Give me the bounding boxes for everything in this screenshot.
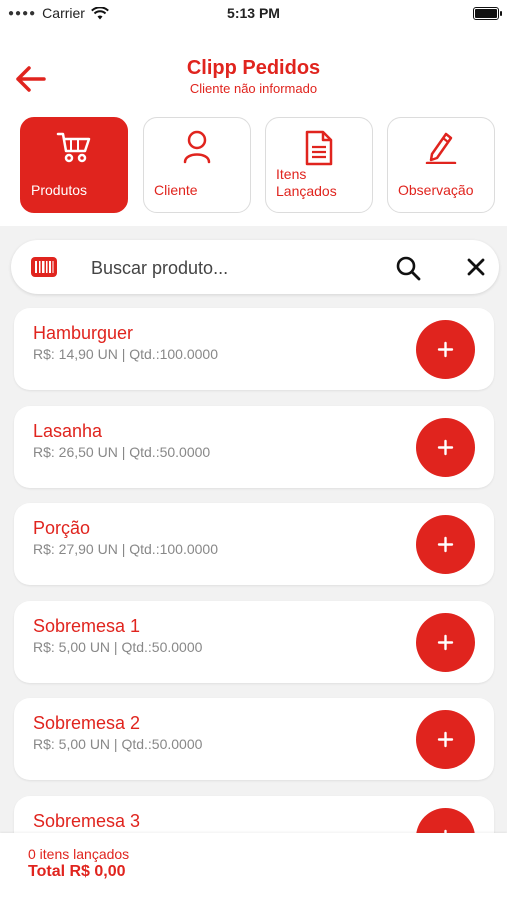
product-details: R$: 5,00 UN | Qtd.:50.0000: [33, 638, 203, 655]
header-area: ●●●● Carrier 5:13 PM Clipp Pedidos Clien…: [0, 0, 507, 226]
product-card[interactable]: Hamburguer R$: 14,90 UN | Qtd.:100.0000: [14, 308, 494, 390]
product-card[interactable]: Sobremesa 2 R$: 5,00 UN | Qtd.:50.0000: [14, 698, 494, 781]
page-title: Clipp Pedidos: [186, 57, 321, 79]
user-icon: [183, 130, 211, 164]
order-total: Total R$ 0,00: [28, 863, 126, 880]
product-name: Sobremesa 2: [33, 713, 141, 734]
tab-cliente[interactable]: Cliente: [143, 117, 251, 213]
document-icon: [305, 130, 333, 166]
product-card[interactable]: Lasanha R$: 26,50 UN | Qtd.:50.0000: [14, 405, 494, 488]
product-card[interactable]: Sobremesa 1 R$: 5,00 UN | Qtd.:50.0000: [14, 600, 494, 683]
footer-summary: 0 itens lançados Total R$ 0,00: [0, 833, 507, 900]
product-details: R$: 5,00 UN | Qtd.:50.0000: [33, 736, 203, 753]
status-time: 5:13 PM: [227, 5, 280, 21]
product-name: Sobremesa 3: [33, 810, 141, 831]
items-count: 0 itens lançados: [28, 846, 130, 862]
add-product-button[interactable]: [416, 515, 475, 575]
product-name: Sobremesa 1: [33, 615, 141, 636]
product-details: R$: 14,90 UN | Qtd.:100.0000: [33, 346, 218, 362]
battery-icon: [473, 7, 502, 20]
add-product-button[interactable]: [416, 710, 475, 770]
product-details: R$: 26,50 UN | Qtd.:50.0000: [33, 443, 211, 460]
plus-icon: [437, 341, 454, 358]
barcode-icon[interactable]: [31, 257, 57, 277]
tab-produtos-label: Produtos: [31, 182, 88, 198]
search-bar: [11, 240, 499, 294]
page-subtitle: Cliente não informado: [189, 81, 318, 96]
plus-icon: [437, 536, 454, 553]
cart-icon: [56, 132, 91, 163]
plus-icon: [437, 634, 454, 650]
product-list: Hamburguer R$: 14,90 UN | Qtd.:100.0000 …: [14, 308, 494, 894]
tab-observacao[interactable]: Observação: [387, 117, 495, 213]
tab-itens-lancados[interactable]: Itens Lançados: [265, 117, 373, 213]
product-name: Porção: [33, 518, 91, 539]
add-product-button[interactable]: [416, 320, 475, 379]
add-product-button[interactable]: [416, 417, 475, 477]
search-input[interactable]: [89, 254, 373, 282]
plus-icon: [437, 732, 454, 748]
product-card[interactable]: Porção R$: 27,90 UN | Qtd.:100.0000: [14, 503, 494, 586]
tab-cliente-label: Cliente: [154, 182, 198, 198]
tab-observacao-label: Observação: [398, 182, 474, 198]
tab-produtos[interactable]: Produtos: [20, 117, 128, 213]
add-product-button[interactable]: [416, 612, 475, 672]
product-details: R$: 27,90 UN | Qtd.:100.0000: [33, 541, 218, 558]
product-name: Lasanha: [33, 420, 103, 441]
close-icon[interactable]: [465, 256, 487, 278]
search-icon[interactable]: [395, 255, 421, 281]
status-bar: ●●●● Carrier 5:13 PM: [0, 0, 507, 28]
plus-icon: [437, 439, 454, 455]
pen-icon: [425, 132, 457, 164]
tab-itens-lancados-label: Itens Lançados: [276, 166, 337, 199]
product-name: Hamburguer: [33, 323, 134, 343]
